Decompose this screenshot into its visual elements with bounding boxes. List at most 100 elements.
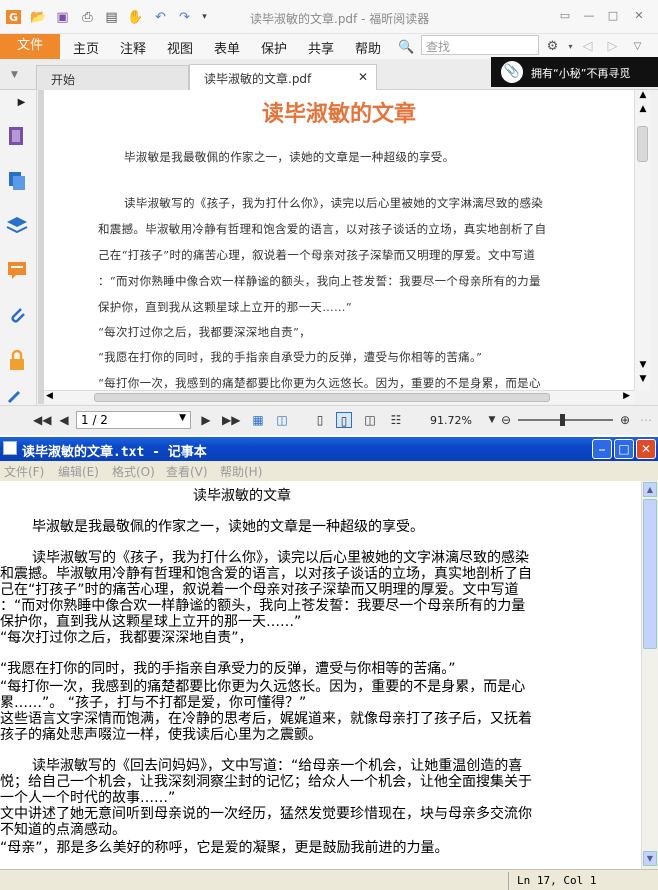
page-number-select[interactable]: 1 / 2 ▼ (76, 411, 191, 429)
text-line: 读毕淑敏的文章 (193, 488, 291, 504)
text-line: 毕淑敏是我最敬佩的作家之一，读她的文章是一种超级的享受。 (32, 519, 424, 535)
search-input[interactable]: 查找 (421, 35, 539, 55)
scroll-top-icon[interactable]: ▲ (636, 90, 650, 104)
scroll-up-icon[interactable]: ▲ (643, 482, 657, 497)
facing-view-icon[interactable]: ◫ (274, 412, 290, 428)
notepad-title: 读毕淑敏的文章.txt - 记事本 (0, 437, 658, 461)
h-scroll-thumb[interactable] (94, 393, 550, 402)
notepad-menu-format[interactable]: 格式(O) (112, 463, 155, 480)
print-icon[interactable]: ⎙ (80, 10, 95, 24)
tab-close-icon[interactable]: ✕ (358, 70, 368, 84)
expand-panel-icon[interactable]: ▶ (14, 96, 29, 110)
forward-icon[interactable]: ▷ (605, 39, 620, 53)
continuous-page-icon[interactable]: ▯ (336, 412, 352, 428)
text-line: 孩子的痛处悲声啜泣一样，使我读后心里为之震颤。 (0, 727, 322, 743)
layers-icon[interactable] (5, 213, 29, 237)
open-folder-icon[interactable]: 📂 (30, 10, 46, 24)
scroll-left-icon[interactable]: ◀ (46, 391, 53, 401)
redo-icon[interactable]: ↷ (177, 10, 192, 24)
comments-icon[interactable] (5, 258, 29, 282)
pages-icon[interactable] (5, 168, 29, 192)
two-page-icon[interactable]: ◫ (362, 412, 378, 428)
app-logo-icon[interactable]: G (6, 10, 21, 24)
restore-icon[interactable]: ▭ (556, 8, 574, 24)
notepad-close-button[interactable]: ✕ (636, 439, 656, 459)
notepad-minimize-button[interactable]: ⎯ (592, 439, 612, 459)
notepad-menu-view[interactable]: 查看(V) (166, 463, 208, 480)
lock-icon[interactable] (5, 348, 29, 372)
properties-icon[interactable]: ▤ (104, 10, 119, 24)
pdf-page: 读毕淑敏的文章 毕淑敏是我最敬佩的作家之一，读她的文章是一种超级的享受。 读毕淑… (44, 90, 634, 404)
pdf-vertical-scrollbar[interactable]: ▲ ▲ ▼ ▼ (634, 90, 650, 390)
pdf-line: “我愿在打你的同时，我的手指亲自承受力的反弹，遭受与你相等的苦痛。” (98, 350, 483, 364)
prev-page-icon[interactable]: ◀ (56, 412, 72, 428)
back-icon[interactable]: ◁ (580, 39, 595, 53)
settings-dropdown-icon[interactable]: ▾ (563, 40, 578, 54)
zoom-slider[interactable] (518, 419, 613, 421)
cursor-position: Ln 17, Col 1 (508, 872, 658, 890)
pdf-line: “每打你一次，我感到的痛楚都要比你更为久远悠长。因为，重要的不是身累，而是心 (98, 376, 541, 390)
tab-start-label: 开始 (51, 73, 76, 87)
bookmark-icon[interactable] (5, 124, 29, 148)
text-line: “我愿在打你的同时，我的手指亲自承受力的反弹，遭受与你相等的苦痛。” (0, 661, 456, 677)
pdf-line: 保护你，直到我从这颗星球上立开的那一天……” (98, 300, 352, 314)
page-number: 1 / 2 (81, 413, 108, 427)
ribbon-collapse-icon[interactable]: ▽ (630, 40, 645, 54)
notepad-vertical-scrollbar[interactable]: ▲ ▼ (641, 481, 658, 869)
pdf-horizontal-scrollbar[interactable]: ◀ ▶ (44, 390, 634, 404)
pdf-title: 读毕淑敏的文章 (261, 101, 416, 127)
notepad-menu-help[interactable]: 帮助(H) (220, 463, 262, 480)
gear-icon[interactable]: ⚙ (545, 39, 560, 53)
menu-help[interactable]: 帮助 (355, 38, 381, 57)
tab-document[interactable]: 读毕淑敏的文章.pdf ✕ (189, 64, 377, 91)
notepad-menu-edit[interactable]: 编辑(E) (58, 463, 99, 480)
continuous-view-icon[interactable]: ▦ (250, 412, 266, 428)
window-title: 读毕淑敏的文章.pdf - 福昕阅读器 (250, 12, 430, 26)
maximize-icon[interactable]: □ (604, 8, 622, 24)
text-line: “母亲”，那是多么美好的称呼，它是爱的凝聚，更是鼓励我前进的力量。 (0, 840, 449, 856)
signature-icon[interactable] (5, 390, 29, 404)
menu-view[interactable]: 视图 (167, 38, 193, 57)
next-page-icon[interactable]: ▶ (198, 412, 214, 428)
zoom-out-icon[interactable]: ⊖ (498, 412, 514, 428)
search-folder-icon[interactable]: 🔍 (398, 40, 414, 54)
menu-comment[interactable]: 注释 (120, 38, 146, 57)
attachment-icon[interactable] (5, 303, 29, 327)
scroll-up-icon[interactable]: ▲ (636, 104, 650, 118)
tab-list-icon[interactable]: ▼ (7, 68, 22, 82)
zoom-slider-handle[interactable] (560, 414, 565, 426)
scroll-bottom-icon[interactable]: ▼ (636, 374, 650, 388)
notepad-app-icon[interactable] (3, 441, 17, 455)
save-icon[interactable]: ▣ (55, 10, 70, 24)
tab-start[interactable]: 开始 (36, 65, 189, 90)
scroll-down-icon[interactable]: ▼ (636, 360, 650, 374)
notepad-menu-file[interactable]: 文件(F) (4, 463, 44, 480)
menu-file[interactable]: 文件 (0, 34, 60, 59)
two-page-continuous-icon[interactable]: ☷ (388, 412, 404, 428)
notepad-maximize-button[interactable]: □ (614, 439, 634, 459)
menu-protect[interactable]: 保护 (261, 38, 287, 57)
scroll-right-icon[interactable]: ▶ (623, 391, 630, 401)
tab-document-label: 读毕淑敏的文章.pdf (204, 72, 312, 86)
menu-form[interactable]: 表单 (214, 38, 240, 57)
ad-banner[interactable]: 📎 拥有“小秘”不再寻觅 (491, 57, 658, 87)
pdf-line: “每次打过你之后，我都要深深地自责”， (98, 325, 311, 339)
scroll-thumb[interactable] (643, 499, 657, 649)
customize-toolbar-icon[interactable]: ▾ (197, 10, 212, 24)
menu-home[interactable]: 主页 (73, 38, 99, 57)
chevron-down-icon: ▼ (179, 413, 186, 423)
undo-icon[interactable]: ↶ (153, 10, 168, 24)
resize-grip-icon[interactable]: ⋯ (638, 412, 654, 428)
single-page-icon[interactable]: ▯ (312, 412, 328, 428)
minimize-icon[interactable]: — (580, 8, 598, 24)
scroll-down-icon[interactable]: ▼ (643, 851, 657, 866)
first-page-icon[interactable]: ◀◀ (33, 412, 51, 428)
scroll-thumb[interactable] (637, 126, 648, 162)
last-page-icon[interactable]: ▶▶ (222, 412, 240, 428)
close-icon[interactable]: ✕ (630, 8, 648, 24)
zoom-level[interactable]: 91.72% (430, 414, 472, 427)
menu-share[interactable]: 共享 (308, 38, 334, 57)
notepad-text-area[interactable]: 读毕淑敏的文章 毕淑敏是我最敬佩的作家之一，读她的文章是一种超级的享受。 读毕淑… (0, 481, 641, 869)
hand-tool-icon[interactable]: ✋ (127, 10, 143, 24)
zoom-in-icon[interactable]: ⊕ (617, 412, 633, 428)
